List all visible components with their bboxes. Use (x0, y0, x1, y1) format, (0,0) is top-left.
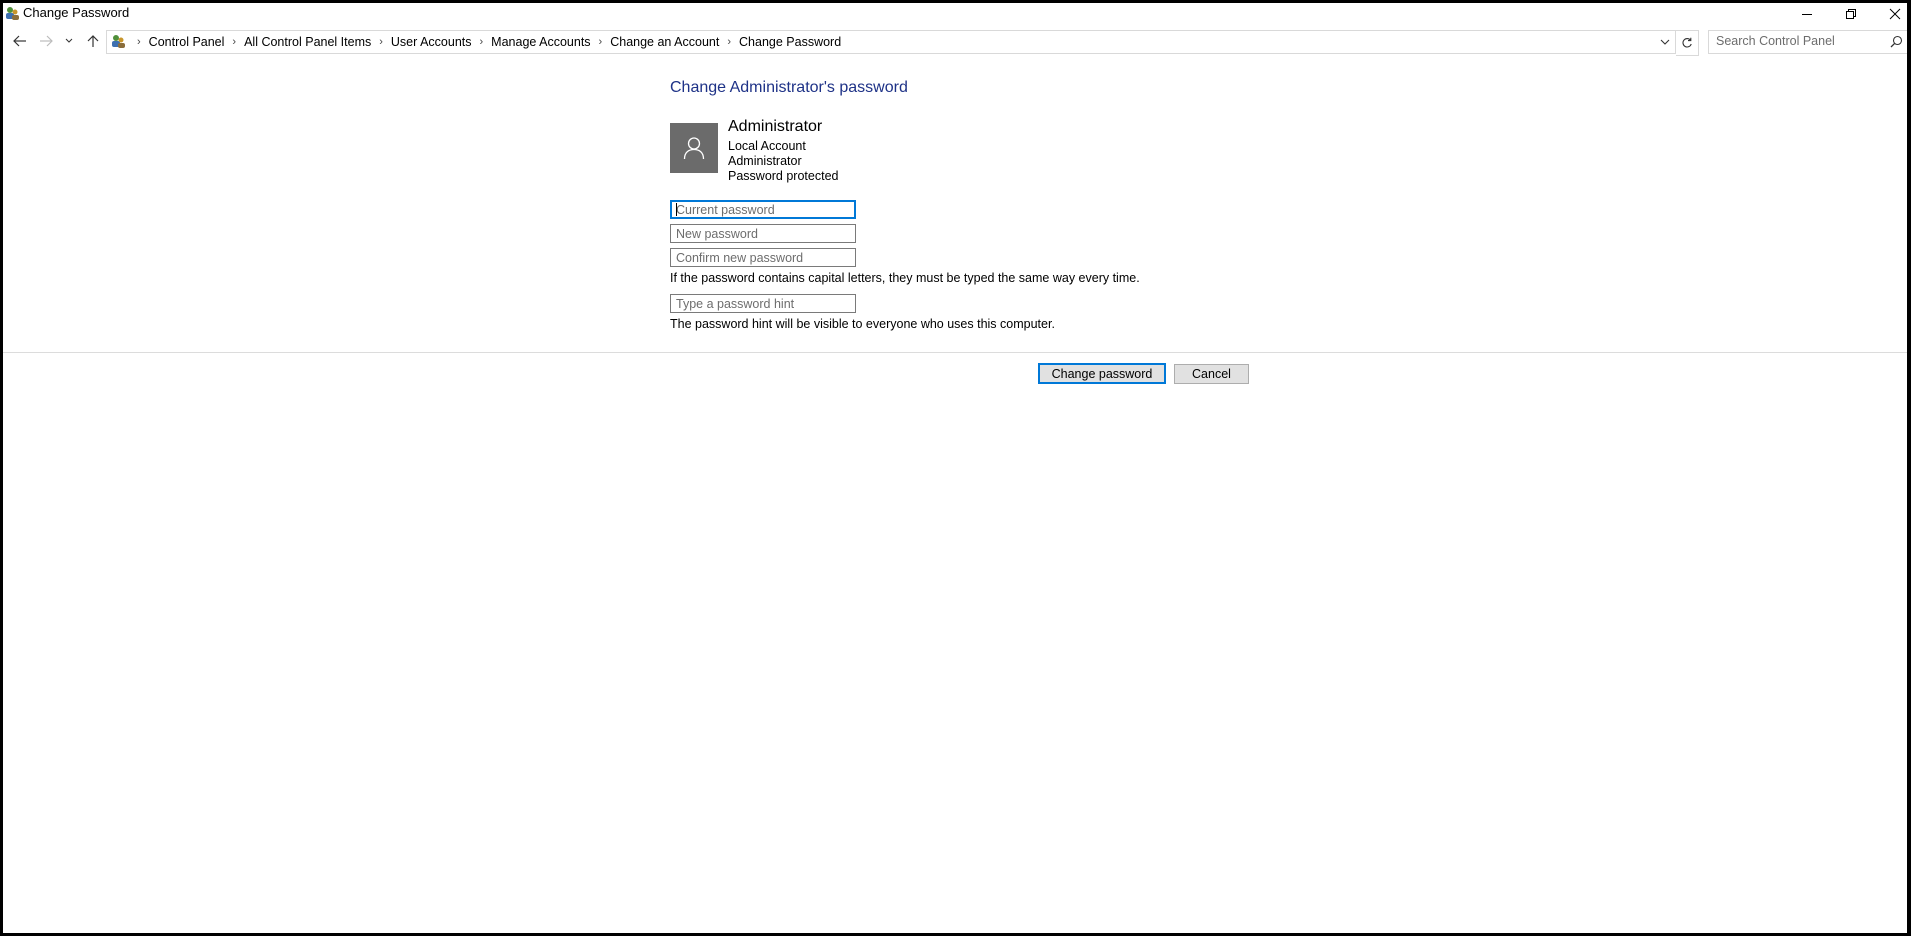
address-history-dropdown[interactable] (1655, 31, 1675, 53)
breadcrumb-manage-accounts[interactable]: Manage Accounts (491, 35, 590, 49)
current-password-field[interactable] (670, 200, 856, 219)
restore-button[interactable] (1829, 3, 1873, 25)
breadcrumb: › Control Panel › All Control Panel Item… (129, 31, 841, 53)
user-icon (683, 137, 705, 160)
text-cursor (676, 203, 677, 216)
restore-icon (1846, 9, 1856, 19)
password-hint-field[interactable] (670, 294, 856, 313)
page-title: Change Administrator's password (670, 79, 908, 96)
close-button[interactable] (1873, 3, 1907, 25)
search-input[interactable] (1709, 31, 1886, 51)
breadcrumb-control-panel[interactable]: Control Panel (149, 35, 225, 49)
recent-locations-button[interactable] (63, 30, 75, 52)
password-hint-note: The password hint will be visible to eve… (670, 317, 1055, 331)
breadcrumb-separator-icon[interactable]: › (599, 36, 603, 48)
account-name: Administrator (728, 118, 823, 135)
change-password-button[interactable]: Change password (1038, 363, 1166, 384)
breadcrumb-all-control-panel-items[interactable]: All Control Panel Items (244, 35, 371, 49)
search-box[interactable] (1708, 30, 1907, 54)
refresh-icon (1682, 37, 1692, 48)
breadcrumb-separator-icon[interactable]: › (379, 36, 383, 48)
breadcrumb-separator-icon[interactable]: › (137, 36, 141, 48)
account-role: Administrator (728, 154, 802, 168)
divider (3, 352, 1907, 353)
cancel-button[interactable]: Cancel (1174, 364, 1249, 384)
up-arrow-icon (87, 35, 99, 47)
account-status: Password protected (728, 169, 839, 183)
close-icon (1889, 8, 1901, 20)
change-password-window: Change Password › Control Panel › All Co… (3, 3, 1907, 933)
breadcrumb-separator-icon[interactable]: › (232, 36, 236, 48)
breadcrumb-change-password[interactable]: Change Password (739, 35, 841, 49)
confirm-password-field[interactable] (670, 248, 856, 267)
avatar (670, 123, 718, 173)
user-accounts-icon (110, 33, 126, 54)
capital-letters-note: If the password contains capital letters… (670, 271, 1140, 285)
control-panel-app-icon (4, 5, 20, 21)
refresh-button[interactable] (1676, 30, 1699, 56)
back-button[interactable] (10, 30, 30, 52)
address-bar-row: › Control Panel › All Control Panel Item… (3, 27, 1907, 57)
window-title: Change Password (23, 5, 130, 20)
search-icon[interactable] (1890, 35, 1903, 53)
chevron-down-icon (1660, 39, 1670, 45)
account-type: Local Account (728, 139, 806, 153)
breadcrumb-change-an-account[interactable]: Change an Account (610, 35, 719, 49)
minimize-button[interactable] (1785, 3, 1829, 25)
forward-button[interactable] (36, 30, 56, 52)
breadcrumb-separator-icon[interactable]: › (480, 36, 484, 48)
forward-arrow-icon (40, 35, 53, 47)
address-bar[interactable]: › Control Panel › All Control Panel Item… (106, 30, 1676, 54)
chevron-down-icon (65, 38, 73, 43)
title-bar: Change Password (3, 3, 1907, 25)
breadcrumb-separator-icon[interactable]: › (727, 36, 731, 48)
back-arrow-icon (13, 35, 26, 47)
up-button[interactable] (83, 30, 103, 52)
breadcrumb-user-accounts[interactable]: User Accounts (391, 35, 472, 49)
minimize-icon (1802, 14, 1812, 15)
new-password-field[interactable] (670, 224, 856, 243)
